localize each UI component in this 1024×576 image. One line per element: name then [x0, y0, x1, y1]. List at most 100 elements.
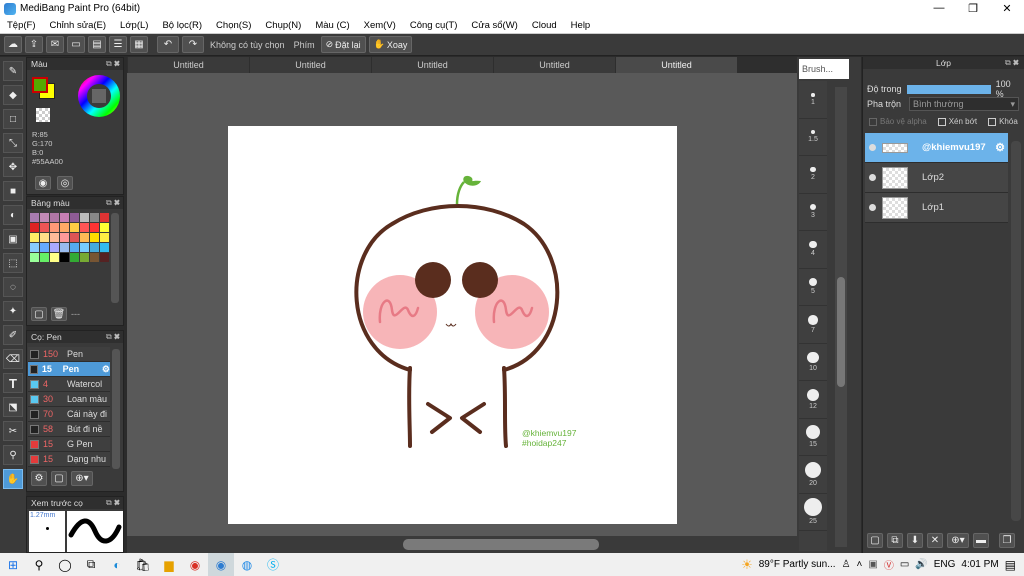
notification-icon[interactable]: ▤: [1005, 558, 1016, 572]
new-brush-icon[interactable]: ▢: [51, 471, 67, 486]
task-view-icon[interactable]: ⧉: [78, 553, 104, 576]
edge-icon[interactable]: ◐: [104, 553, 130, 576]
new-swatch-icon[interactable]: ▢: [31, 307, 47, 321]
text-tool-icon[interactable]: T: [3, 373, 23, 393]
menu-help[interactable]: Help: [564, 20, 598, 31]
menu-edit[interactable]: Chỉnh sửa(E): [43, 20, 114, 31]
primary-color-swatch[interactable]: [32, 77, 48, 93]
menu-color[interactable]: Màu (C): [308, 20, 356, 31]
palette-swatch[interactable]: [30, 233, 39, 242]
select-pen-tool-icon[interactable]: ✐: [3, 325, 23, 345]
palette-swatch[interactable]: [30, 223, 39, 232]
comment-icon[interactable]: ✉: [46, 36, 64, 53]
palette-swatch[interactable]: [30, 213, 39, 222]
menu-cloud[interactable]: Cloud: [525, 20, 564, 31]
menu-filter[interactable]: Bộ lọc(R): [155, 20, 209, 31]
palette-swatch[interactable]: [60, 213, 69, 222]
share-icon[interactable]: ⇪: [25, 36, 43, 53]
brush-item[interactable]: 15 G Pen: [28, 437, 110, 452]
panel-popout-icon[interactable]: ⧉ ✖: [106, 498, 123, 508]
close-button[interactable]: ✕: [990, 2, 1024, 15]
lasso-tool-icon[interactable]: ◌: [3, 277, 23, 297]
canvas-horizontal-scrollbar[interactable]: [127, 536, 797, 553]
palette-swatch[interactable]: [100, 243, 109, 252]
brush-size-option[interactable]: 1.5: [799, 119, 827, 156]
palette-swatch[interactable]: [70, 243, 79, 252]
palette-swatch[interactable]: [90, 233, 99, 242]
palette-swatch[interactable]: [80, 223, 89, 232]
visibility-icon[interactable]: [869, 144, 876, 151]
tab-untitled-5[interactable]: Untitled: [616, 57, 737, 73]
palette-swatch[interactable]: [90, 213, 99, 222]
tray-app-icon[interactable]: ▣: [868, 559, 877, 570]
search-icon[interactable]: ⚲: [26, 553, 52, 576]
palette-swatch[interactable]: [50, 253, 59, 262]
brush-size-scrollbar[interactable]: [835, 87, 847, 547]
drawing-canvas[interactable]: @khiemvu197 #hoidap247: [228, 126, 677, 524]
redo-icon[interactable]: ↷: [182, 36, 204, 53]
palette-swatch[interactable]: [40, 223, 49, 232]
network-icon[interactable]: ▭: [900, 559, 909, 570]
brush-size-option[interactable]: 2: [799, 156, 827, 194]
palette-swatch[interactable]: [70, 223, 79, 232]
layer-duplicate-icon[interactable]: ❐: [999, 533, 1015, 548]
operation-tool-icon[interactable]: ⬔: [3, 397, 23, 417]
eraser-tool-icon[interactable]: ◆: [3, 85, 23, 105]
palette-swatch[interactable]: [60, 233, 69, 242]
folder-icon[interactable]: ▬: [973, 533, 989, 548]
tab-untitled-4[interactable]: Untitled: [494, 57, 615, 73]
palette-swatch[interactable]: [60, 253, 69, 262]
brush-item[interactable]: 58 Bút đi nề: [28, 422, 110, 437]
palette-swatch[interactable]: [80, 243, 89, 252]
palette-swatch[interactable]: [80, 213, 89, 222]
brush-size-option[interactable]: 4: [799, 231, 827, 269]
palette-swatch[interactable]: [100, 223, 109, 232]
transparent-color-swatch[interactable]: [36, 108, 50, 122]
menu-layer[interactable]: Lớp(L): [113, 20, 155, 31]
brush-item[interactable]: 150 Pen: [28, 347, 110, 362]
chrome-icon[interactable]: ◉: [182, 553, 208, 576]
menu-tools[interactable]: Công cụ(T): [403, 20, 465, 31]
menu-snap[interactable]: Chụp(N): [258, 20, 308, 31]
palette-scrollbar[interactable]: [111, 213, 119, 303]
brush-item[interactable]: 70 Cái này đi: [28, 407, 110, 422]
palette-swatch[interactable]: [80, 253, 89, 262]
palette-swatch[interactable]: [30, 243, 39, 252]
palette-swatch[interactable]: [90, 223, 99, 232]
cloud-icon[interactable]: ☁: [4, 36, 22, 53]
palette-swatch[interactable]: [40, 253, 49, 262]
clipping-checkbox[interactable]: [937, 117, 946, 126]
palette-swatch[interactable]: [70, 213, 79, 222]
select-rect-tool-icon[interactable]: ⬚: [3, 253, 23, 273]
brush-scrollbar[interactable]: [112, 349, 120, 469]
palette-swatch[interactable]: [60, 243, 69, 252]
palette-swatch[interactable]: [70, 233, 79, 242]
divide-tool-icon[interactable]: ✂: [3, 421, 23, 441]
brush-size-option[interactable]: 3: [799, 194, 827, 231]
delete-layer-icon[interactable]: ✕: [927, 533, 943, 548]
menu-window[interactable]: Cửa sổ(W): [464, 20, 524, 31]
palette-swatch[interactable]: [90, 243, 99, 252]
visibility-icon[interactable]: [869, 204, 876, 211]
palette-swatch[interactable]: [100, 233, 109, 242]
undo-icon[interactable]: ↶: [157, 36, 179, 53]
palette-swatch[interactable]: [40, 213, 49, 222]
color-wheel[interactable]: [77, 74, 121, 118]
layer-scrollbar[interactable]: [1011, 141, 1021, 521]
message-icon[interactable]: ▭: [67, 36, 85, 53]
gradient-tool-icon[interactable]: ▣: [3, 229, 23, 249]
maximize-button[interactable]: ❐: [956, 2, 990, 15]
brush-size-scroll-thumb[interactable]: [837, 277, 845, 387]
magic-wand-tool-icon[interactable]: ✦: [3, 301, 23, 321]
menu-view[interactable]: Xem(V): [357, 20, 403, 31]
medibang-icon[interactable]: ◉: [208, 553, 234, 576]
layer-row[interactable]: Lớp2: [865, 163, 1008, 193]
copy-layer-icon[interactable]: ⧉: [887, 533, 903, 548]
layer-add-menu-icon[interactable]: ⊕▾: [947, 533, 969, 548]
panel-popout-icon[interactable]: ⧉ ✖: [1005, 58, 1022, 68]
store-icon[interactable]: 🛍: [130, 553, 156, 576]
bucket-tool-icon[interactable]: ◐: [3, 205, 23, 225]
brush-item[interactable]: 15 Pen ⚙: [28, 362, 110, 377]
palette-swatch[interactable]: [60, 223, 69, 232]
tab-untitled-3[interactable]: Untitled: [372, 57, 493, 73]
